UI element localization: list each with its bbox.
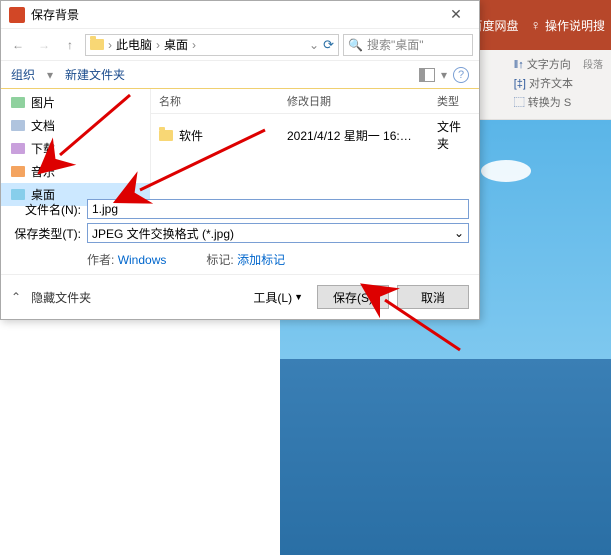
refresh-icon[interactable]: ⟳: [323, 37, 334, 53]
chevron-down-icon: ⌄: [454, 226, 464, 240]
folder-icon: [90, 39, 104, 50]
sidebar-item-documents[interactable]: 文档: [1, 114, 150, 137]
file-row[interactable]: 软件 2021/4/12 星期一 16:… 文件夹: [151, 114, 479, 156]
filetype-label: 保存类型(T):: [11, 225, 81, 242]
folder-sidebar: 图片 文档 下载 音乐 桌面: [1, 89, 151, 189]
documents-icon: [11, 120, 25, 131]
dialog-toolbar: 组织 ▾ 新建文件夹 ▾ ?: [1, 61, 479, 89]
chevron-down-icon[interactable]: ⌄: [309, 38, 319, 52]
save-button[interactable]: 保存(S): [317, 285, 389, 309]
filetype-select[interactable]: JPEG 文件交换格式 (*.jpg)⌄: [87, 223, 469, 243]
breadcrumb-pc[interactable]: 此电脑: [116, 36, 152, 53]
powerpoint-icon: [9, 7, 25, 23]
desktop-icon: [11, 189, 25, 200]
column-date[interactable]: 修改日期: [279, 89, 429, 113]
music-icon: [11, 166, 25, 177]
dialog-nav: ← → ↑ › 此电脑 › 桌面 › ⌄ ⟳ 🔍 搜索"桌面": [1, 29, 479, 61]
search-icon: 🔍: [348, 38, 363, 52]
filename-label: 文件名(N):: [11, 201, 81, 218]
author-label: 作者:: [87, 253, 114, 267]
search-placeholder: 搜索"桌面": [367, 36, 424, 53]
chevron-right-icon: ›: [192, 38, 196, 52]
filename-input[interactable]: 1.jpg: [87, 199, 469, 219]
file-list: 名称 修改日期 类型 软件 2021/4/12 星期一 16:… 文件夹: [151, 89, 479, 189]
breadcrumb[interactable]: › 此电脑 › 桌面 › ⌄ ⟳: [85, 34, 339, 56]
sidebar-item-downloads[interactable]: 下载: [1, 137, 150, 160]
expand-icon[interactable]: ⌃: [11, 290, 21, 304]
dialog-fields: 文件名(N): 1.jpg 保存类型(T): JPEG 文件交换格式 (*.jp…: [1, 189, 479, 274]
help-icon[interactable]: ?: [453, 67, 469, 83]
chevron-right-icon: ›: [156, 38, 160, 52]
nav-forward-button[interactable]: →: [33, 34, 55, 56]
sidebar-item-music[interactable]: 音乐: [1, 160, 150, 183]
cancel-button[interactable]: 取消: [397, 285, 469, 309]
text-direction-button[interactable]: ‖↑ 文字方向: [514, 56, 573, 72]
search-input[interactable]: 🔍 搜索"桌面": [343, 34, 473, 56]
chevron-down-icon: ▼: [294, 292, 303, 302]
dialog-footer: ⌃ 隐藏文件夹 工具(L) ▼ 保存(S) 取消: [1, 274, 479, 319]
author-value[interactable]: Windows: [118, 253, 167, 267]
bulb-icon: ♀: [530, 17, 541, 33]
hide-folders-toggle[interactable]: 隐藏文件夹: [31, 289, 91, 306]
align-text-button[interactable]: [‡] 对齐文本: [514, 75, 573, 91]
chevron-right-icon: ›: [108, 38, 112, 52]
close-button[interactable]: ✕: [441, 6, 471, 23]
nav-back-button[interactable]: ←: [7, 34, 29, 56]
tags-label: 标记:: [206, 253, 233, 267]
pictures-icon: [11, 97, 25, 108]
nav-up-button[interactable]: ↑: [59, 34, 81, 56]
convert-smartart-button[interactable]: ⬚ 转换为 S: [514, 94, 573, 110]
cloud-graphic: [481, 160, 531, 182]
dialog-body: 图片 文档 下载 音乐 桌面 名称 修改日期 类型 软件 2021/4/12 星…: [1, 89, 479, 189]
view-options-button[interactable]: [419, 68, 435, 82]
organize-button[interactable]: 组织: [11, 66, 35, 83]
help-search-button[interactable]: ♀ 操作说明搜: [530, 17, 605, 34]
save-as-dialog: 保存背景 ✕ ← → ↑ › 此电脑 › 桌面 › ⌄ ⟳ 🔍 搜索"桌面" 组…: [0, 0, 480, 320]
downloads-icon: [11, 143, 25, 154]
tags-value[interactable]: 添加标记: [237, 253, 285, 267]
column-type[interactable]: 类型: [429, 89, 479, 113]
breadcrumb-desktop[interactable]: 桌面: [164, 36, 188, 53]
folder-icon: [159, 130, 173, 141]
file-list-headers: 名称 修改日期 类型: [151, 89, 479, 114]
paragraph-group-label: 段落: [583, 56, 603, 71]
new-folder-button[interactable]: 新建文件夹: [65, 66, 125, 83]
tools-dropdown[interactable]: 工具(L) ▼: [247, 289, 309, 306]
column-name[interactable]: 名称: [151, 89, 279, 113]
dialog-titlebar: 保存背景 ✕: [1, 1, 479, 29]
sidebar-item-pictures[interactable]: 图片: [1, 91, 150, 114]
dialog-title: 保存背景: [31, 6, 441, 23]
